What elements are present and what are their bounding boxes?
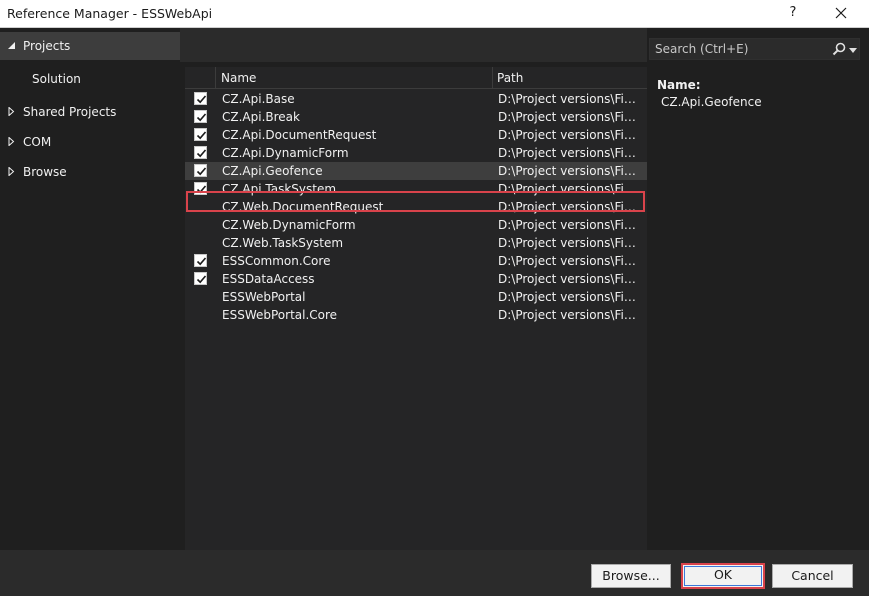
row-path: D:\Project versions\Field <box>498 128 642 142</box>
detail-name-value: CZ.Api.Geofence <box>661 95 762 109</box>
list-item[interactable]: CZ.Web.DynamicForm D:\Project versions\Fi… <box>185 216 647 234</box>
list-item[interactable]: CZ.Api.Break D:\Project versions\Field <box>185 108 647 126</box>
row-path: D:\Project versions\Field <box>498 308 642 322</box>
list-item[interactable]: CZ.Web.TaskSystem D:\Project versions\Fie… <box>185 234 647 252</box>
row-path: D:\Project versions\Field <box>498 110 642 124</box>
row-path: D:\Project versions\Field <box>498 164 642 178</box>
collapsed-arrow-icon <box>7 158 17 186</box>
search-icon[interactable] <box>832 42 846 56</box>
list-item[interactable]: CZ.Api.DocumentRequest D:\Project version… <box>185 126 647 144</box>
checkmark-icon <box>196 257 207 266</box>
row-checkbox[interactable] <box>194 272 207 285</box>
close-icon <box>835 7 847 19</box>
filter-strip <box>180 28 647 62</box>
nav-item-com[interactable]: COM <box>0 128 180 156</box>
row-path: D:\Project versions\Field <box>498 92 642 106</box>
header-checkbox-column <box>185 67 216 89</box>
row-path: D:\Project versions\Field <box>498 254 642 268</box>
collapsed-arrow-icon <box>7 128 17 156</box>
nav-item-label: COM <box>23 135 52 149</box>
row-name: ESSWebPortal <box>222 290 306 304</box>
row-checkbox[interactable] <box>194 110 207 123</box>
nav-item-shared-projects[interactable]: Shared Projects <box>0 98 180 126</box>
row-name: CZ.Api.Geofence <box>222 164 323 178</box>
window-title: Reference Manager - ESSWebApi <box>7 6 213 21</box>
row-path: D:\Project versions\Field <box>498 290 642 304</box>
row-name: ESSWebPortal.Core <box>222 308 338 322</box>
list-item[interactable]: CZ.Api.TaskSystem D:\Project versions\Fie… <box>185 180 647 198</box>
list-item[interactable]: CZ.Api.Base D:\Project versions\Field <box>185 90 647 108</box>
row-name: CZ.Api.TaskSystem <box>222 182 337 196</box>
row-checkbox[interactable] <box>194 164 207 177</box>
browse-button[interactable]: Browse... <box>591 564 671 588</box>
list-item[interactable]: ESSDataAccess D:\Project versions\Field <box>185 270 647 288</box>
list-item[interactable]: CZ.Api.Geofence D:\Project versions\Field <box>185 162 647 180</box>
cancel-button[interactable]: Cancel <box>772 564 853 588</box>
help-button[interactable]: ? <box>780 0 806 28</box>
row-path: D:\Project versions\Field <box>498 218 642 232</box>
category-nav: Projects Solution Shared Projects COM Br… <box>0 28 180 550</box>
nav-item-label: Solution <box>32 72 81 86</box>
search-input[interactable]: Search (Ctrl+E) <box>649 38 860 60</box>
row-path: D:\Project versions\Field <box>498 200 642 214</box>
column-header-path[interactable]: Path <box>497 71 523 85</box>
search-placeholder: Search (Ctrl+E) <box>655 42 749 56</box>
row-path: D:\Project versions\Field <box>498 272 642 286</box>
checkmark-icon <box>196 275 207 284</box>
row-name: CZ.Web.DynamicForm <box>222 218 356 232</box>
nav-item-projects[interactable]: Projects <box>0 32 180 60</box>
checkmark-icon <box>196 185 207 194</box>
checkmark-icon <box>196 95 207 104</box>
ok-button[interactable]: OK <box>681 563 765 589</box>
detail-name-label: Name: <box>657 78 701 92</box>
nav-item-label: Projects <box>23 39 71 53</box>
dialog-footer: Browse... OK Cancel <box>0 550 869 596</box>
list-item[interactable]: ESSWebPortal D:\Project versions\Field <box>185 288 647 306</box>
chevron-down-icon[interactable] <box>849 48 857 53</box>
close-button[interactable] <box>828 0 854 28</box>
list-item[interactable]: CZ.Api.DynamicForm D:\Project versions\Fi… <box>185 144 647 162</box>
nav-item-label: Shared Projects <box>23 105 117 119</box>
row-path: D:\Project versions\Field <box>498 146 642 160</box>
list-item[interactable]: ESSWebPortal.Core D:\Project versions\Fie… <box>185 306 647 324</box>
checkmark-icon <box>196 113 207 122</box>
row-name: ESSCommon.Core <box>222 254 331 268</box>
nav-item-label: Browse <box>23 165 67 179</box>
row-name: CZ.Api.DynamicForm <box>222 146 349 160</box>
collapsed-arrow-icon <box>7 98 17 126</box>
nav-item-browse[interactable]: Browse <box>0 158 180 186</box>
row-checkbox[interactable] <box>194 92 207 105</box>
row-name: ESSDataAccess <box>222 272 315 286</box>
checkmark-icon <box>196 131 207 140</box>
title-bar: Reference Manager - ESSWebApi ? <box>0 0 869 28</box>
row-checkbox[interactable] <box>194 128 207 141</box>
row-checkbox[interactable] <box>194 182 207 195</box>
row-name: CZ.Api.Break <box>222 110 300 124</box>
column-separator[interactable] <box>492 67 493 89</box>
checkmark-icon <box>196 149 207 158</box>
row-path: D:\Project versions\Field <box>498 182 642 196</box>
row-checkbox[interactable] <box>194 254 207 267</box>
project-list: Name Path CZ.Api.Base D:\Project versions… <box>185 67 647 550</box>
ok-button-focus <box>684 566 762 586</box>
row-name: CZ.Api.DocumentRequest <box>222 128 377 142</box>
list-header: Name Path <box>185 67 647 89</box>
list-item[interactable]: ESSCommon.Core D:\Project versions\Field <box>185 252 647 270</box>
row-name: CZ.Web.DocumentRequest <box>222 200 384 214</box>
list-item[interactable]: CZ.Web.DocumentRequest D:\Project version… <box>185 198 647 216</box>
reference-manager-dialog: Projects Solution Shared Projects COM Br… <box>0 28 869 596</box>
checkmark-icon <box>196 167 207 176</box>
row-checkbox[interactable] <box>194 146 207 159</box>
column-header-name[interactable]: Name <box>221 71 256 85</box>
expanded-arrow-icon <box>7 32 17 60</box>
row-name: CZ.Api.Base <box>222 92 295 106</box>
row-path: D:\Project versions\Field <box>498 236 642 250</box>
row-name: CZ.Web.TaskSystem <box>222 236 344 250</box>
nav-item-solution[interactable]: Solution <box>0 65 180 93</box>
